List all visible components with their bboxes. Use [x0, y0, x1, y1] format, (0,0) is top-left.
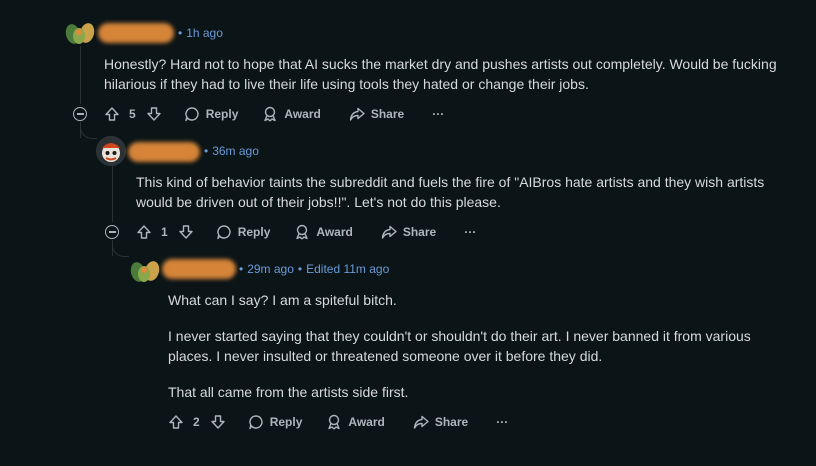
thread-connector	[112, 242, 129, 257]
comment-text: Honestly? Hard not to hope that AI sucks…	[104, 56, 777, 92]
share-icon	[381, 225, 397, 239]
reply-button[interactable]: Reply	[184, 106, 239, 122]
avatar[interactable]	[130, 256, 160, 286]
upvote-button[interactable]	[168, 414, 184, 430]
share-button[interactable]: Share	[381, 224, 436, 240]
upvote-button[interactable]	[136, 224, 152, 240]
timestamp[interactable]: 36m ago	[212, 144, 259, 158]
thread-connector	[80, 124, 97, 139]
upvote-icon	[169, 415, 183, 429]
share-label: Share	[370, 107, 405, 121]
reply-label: Reply	[205, 107, 239, 121]
share-label: Share	[402, 225, 437, 239]
vote-count: 1	[161, 225, 168, 239]
more-options-button[interactable]: ···	[496, 415, 508, 429]
award-label: Award	[348, 415, 385, 429]
comment-meta: • 1h ago	[178, 26, 223, 40]
reply-icon	[184, 107, 199, 122]
upvote-button[interactable]	[104, 106, 120, 122]
award-label: Award	[316, 225, 353, 239]
award-icon	[264, 106, 277, 122]
username-redacted[interactable]	[162, 259, 236, 279]
avatar-image	[130, 261, 160, 282]
upvote-icon	[137, 225, 151, 239]
timestamp[interactable]: 1h ago	[186, 26, 223, 40]
comment-body: What can I say? I am a spiteful bitch. I…	[168, 290, 768, 402]
avatar-image	[65, 23, 95, 44]
award-button[interactable]: Award	[294, 224, 353, 240]
reply-button[interactable]: Reply	[216, 224, 271, 240]
downvote-button[interactable]	[210, 414, 226, 430]
share-button[interactable]: Share	[349, 106, 404, 122]
avatar[interactable]	[96, 136, 126, 166]
award-button[interactable]: Award	[262, 106, 321, 122]
downvote-button[interactable]	[146, 106, 162, 122]
reply-button[interactable]: Reply	[248, 414, 303, 430]
comment-meta: • 36m ago	[204, 144, 259, 158]
share-button[interactable]: Share	[413, 414, 468, 430]
downvote-icon	[210, 415, 225, 429]
comment-meta: • 29m ago • Edited 11m ago	[239, 262, 390, 276]
award-label: Award	[284, 107, 321, 121]
downvote-button[interactable]	[178, 224, 194, 240]
share-icon	[349, 107, 365, 121]
collapse-icon[interactable]	[73, 107, 87, 121]
edited-timestamp: Edited 11m ago	[306, 262, 390, 276]
award-icon	[296, 224, 309, 240]
more-icon: ···	[432, 107, 445, 121]
award-icon	[328, 414, 341, 430]
more-icon: ···	[496, 415, 509, 429]
avatar-image	[96, 136, 126, 166]
comment-paragraph: That all came from the artists side firs…	[168, 384, 409, 400]
username-redacted[interactable]	[128, 142, 200, 162]
reply-icon	[248, 415, 263, 430]
reply-label: Reply	[269, 415, 303, 429]
comment-body: Honestly? Hard not to hope that AI sucks…	[104, 54, 794, 94]
share-icon	[413, 415, 429, 429]
downvote-icon	[178, 225, 193, 239]
thread-line	[112, 166, 113, 222]
upvote-icon	[105, 107, 119, 121]
reply-icon	[216, 225, 231, 240]
comment-paragraph: I never started saying that they couldn'…	[168, 328, 751, 364]
comment-actions: 2 Reply Award Share ···	[168, 410, 508, 434]
vote-count: 2	[193, 415, 200, 429]
share-label: Share	[434, 415, 469, 429]
avatar[interactable]	[65, 18, 95, 48]
more-options-button[interactable]: ···	[432, 107, 444, 121]
comment-body: This kind of behavior taints the subredd…	[136, 172, 796, 212]
comment-actions: 5 Reply Award Share ···	[104, 102, 444, 126]
more-options-button[interactable]: ···	[464, 225, 476, 239]
username-redacted[interactable]	[98, 23, 174, 43]
thread-line	[80, 46, 81, 104]
downvote-icon	[146, 107, 161, 121]
award-button[interactable]: Award	[326, 414, 385, 430]
comment-paragraph: What can I say? I am a spiteful bitch.	[168, 292, 397, 308]
reply-label: Reply	[237, 225, 271, 239]
timestamp[interactable]: 29m ago	[247, 262, 294, 276]
comment-text: This kind of behavior taints the subredd…	[136, 174, 765, 210]
collapse-icon[interactable]	[105, 225, 119, 239]
comment-actions: 1 Reply Award Share ···	[136, 220, 476, 244]
vote-count: 5	[129, 107, 136, 121]
more-icon: ···	[464, 225, 477, 239]
